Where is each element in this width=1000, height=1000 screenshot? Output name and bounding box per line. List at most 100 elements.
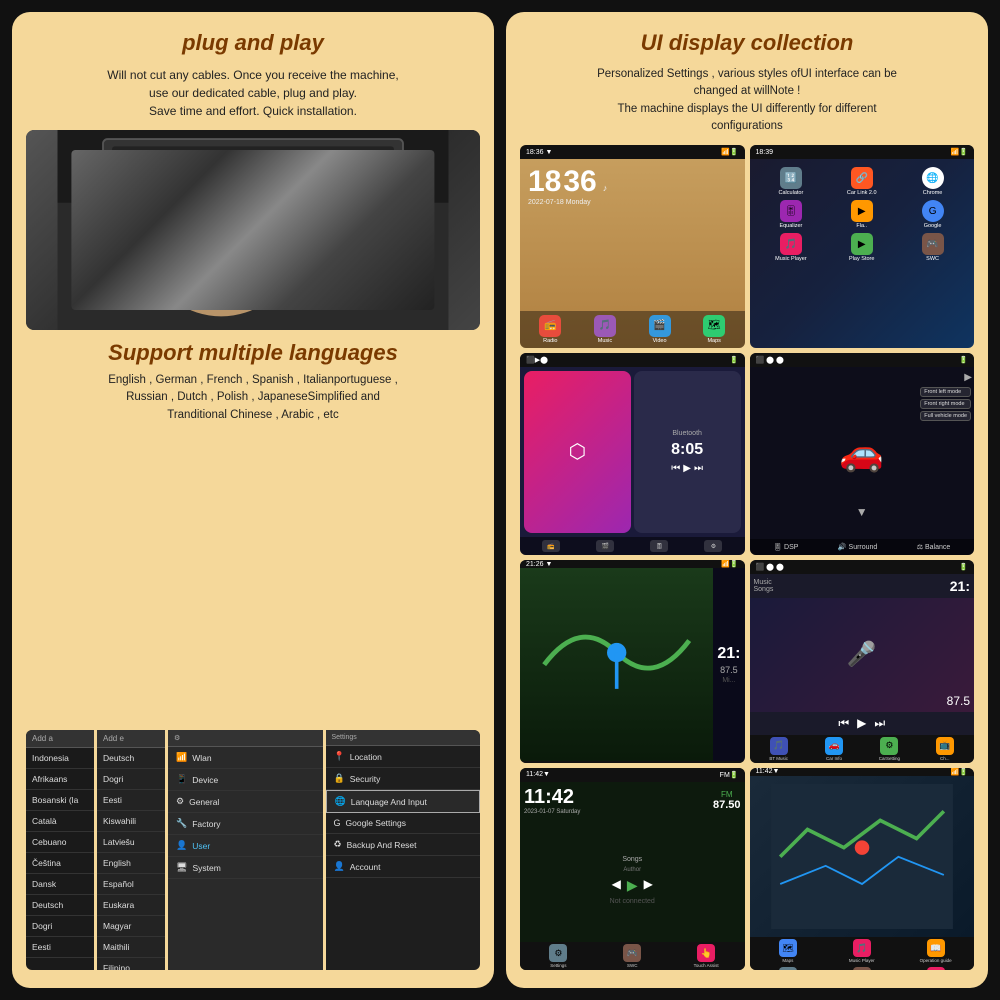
menu-language-input[interactable]: 🌐 Lanquage And Input [326,790,481,813]
menu-security[interactable]: 🔒 Security [326,768,481,790]
dsp-label-4[interactable]: 🎚 DSP [773,543,798,551]
app-settings-8[interactable]: ⚙Settings [752,967,825,970]
menu-system[interactable]: 🖥 System [168,857,323,879]
lang-eesti-a[interactable]: Eesti [26,937,94,958]
mode-front-right[interactable]: Front right mode [920,399,971,409]
app-radio-1[interactable]: 📻Radio [524,315,577,344]
controls-7: ◀ ▶ ▶ [612,877,653,894]
status-icons-8: 📶🔋 [951,768,968,776]
menu-general[interactable]: ⚙ General [168,791,323,813]
lang-dogri[interactable]: Dogri [26,916,94,937]
lang-euskara[interactable]: Euskara [97,895,165,916]
app-touch-8[interactable]: 👆Touch Assistant [899,967,972,970]
app-google-2[interactable]: GGoogle [899,200,966,229]
ui-screen-1: 18:36 ▼ 📶🔋 18 36 ♪ 2022-07-18 Monday 📻Ra… [520,145,745,348]
bt-prev-3[interactable]: ⏮ [671,463,680,474]
play-7[interactable]: ▶ [627,877,638,894]
app-music-player-8[interactable]: 🎵Music Player [825,939,898,963]
bt-play-3[interactable]: ▶ [683,463,691,474]
nav-content-5: 21: 87.5 Mi... [520,568,745,761]
status-time-5: 21:26 ▼ [526,561,552,568]
lang-catala[interactable]: Català [26,811,94,832]
balance-label-4[interactable]: ⚖ Balance [917,543,951,551]
lang-magyar[interactable]: Magyar [97,916,165,937]
lang-maithili[interactable]: Maithili [97,937,165,958]
app-touch-7[interactable]: 👆Touch Assist [670,944,743,968]
app-equalizer-2[interactable]: 🎚Equalizer [758,200,825,229]
mode-front-left[interactable]: Front left mode [920,387,971,397]
app-video-1[interactable]: 🎬Video [633,315,686,344]
app-calculator-2[interactable]: 🔢Calculator [758,167,825,196]
menu-google-settings[interactable]: G Google Settings [326,813,481,834]
hour-1: 18 [528,165,561,199]
app-music-player-2[interactable]: 🎵Music Player [758,233,825,262]
app-swc-7[interactable]: 🎮SWC [596,944,669,968]
nav-settings-3[interactable]: ⚙ [704,540,722,552]
lang-latviesu[interactable]: Latviešu [97,832,165,853]
prev-7[interactable]: ◀ [612,877,621,894]
lang-dogri-b[interactable]: Dogri [97,769,165,790]
lang-bosanski[interactable]: Bosanski (la [26,790,94,811]
next-7[interactable]: ▶ [644,877,653,894]
next-btn-6[interactable]: ⏭ [874,716,885,731]
nav-dsp-3[interactable]: 🎚 [650,540,668,552]
play-btn-6[interactable]: ▶ [857,716,866,731]
app-car-info-6[interactable]: 🚗Car Info [807,737,861,761]
lang-english[interactable]: English [97,853,165,874]
app-swc-2[interactable]: 🎮SWC [899,233,966,262]
lang-indonesia[interactable]: Indonesia [26,748,94,769]
lang-cestina[interactable]: Čeština [26,853,94,874]
col4-header: Settings [326,730,481,746]
prev-btn-6[interactable]: ⏮ [838,716,849,731]
menu-location[interactable]: 📍 Location [326,746,481,768]
app-music-1[interactable]: 🎵Music [579,315,632,344]
status-icons-6a: ⬛ ⬤ ⬤ [756,563,784,571]
lang-kiswahili[interactable]: Kiswahili [97,811,165,832]
location-label: Location [350,752,382,762]
lang-cebuano[interactable]: Cebuano [26,832,94,853]
lang-dansk[interactable]: Dansk [26,874,94,895]
app-fla-2[interactable]: ▶Fla.. [828,200,895,229]
lang-deutsch-a[interactable]: Deutsch [26,895,94,916]
lang-deutsch-b[interactable]: Deutsch [97,748,165,769]
app-bt-music-6[interactable]: 🎵BT Music [752,737,806,761]
menu-user[interactable]: 👤 User [168,835,323,857]
app-carlink-2[interactable]: 🔗Car Link 2.0 [828,167,895,196]
lang-filipino[interactable]: Filipino [97,958,165,970]
app-settings-7[interactable]: ⚙Settings [522,944,595,968]
map-view-5 [520,568,713,761]
menu-factory[interactable]: 🔧 Factory [168,813,323,835]
lang-eesti-b[interactable]: Eesti [97,790,165,811]
songs-label-7: Songs [622,856,642,863]
nav-radio-3[interactable]: 📻 [542,540,560,552]
map-svg-8 [761,784,963,929]
menu-account[interactable]: 👤 Account [326,856,481,878]
menu-device[interactable]: 📱 Device [168,769,323,791]
app-car-setting-6[interactable]: ⚙CarSetting [862,737,916,761]
surround-label-4[interactable]: 🔊 Surround [838,543,877,551]
app-ch-6[interactable]: 📺Ch... [918,737,972,761]
music-note-1: ♪ [603,183,608,193]
app-op-guide-8[interactable]: 📖Operation guide [899,939,972,963]
security-icon: 🔒 [334,773,345,784]
google-icon: G [334,818,341,828]
account-label: Account [350,862,381,872]
language-input-label: Lanquage And Input [351,797,427,807]
mode-full-vehicle[interactable]: Full vehicle mode [920,411,971,421]
app-chrome-2[interactable]: 🌐Chrome [899,167,966,196]
menu-backup[interactable]: ♻ Backup And Reset [326,834,481,856]
map-view-8 [750,776,975,938]
app-swc-8[interactable]: 🎮SWC [825,967,898,970]
bt-panel-3: ⬡ [524,371,631,534]
app-play-store-2[interactable]: ▶Play Store [828,233,895,262]
status-icons-7: FM🔋 [720,771,739,779]
menu-wlan[interactable]: 📶 Wlan [168,747,323,769]
ui-screen-3: ⬛▶⬤ 🔋 ⬡ Bluetooth 8:05 ⏮ ▶ [520,353,745,556]
app-maps-1[interactable]: 🗺Maps [688,315,741,344]
bt-next-3[interactable]: ⏭ [694,463,703,474]
app-maps-8[interactable]: 🗺Maps [752,939,825,963]
lang-afrikaans[interactable]: Afrikaans [26,769,94,790]
lang-espanol[interactable]: Español [97,874,165,895]
general-label: General [189,797,219,807]
nav-video-3[interactable]: 🎬 [596,540,614,552]
